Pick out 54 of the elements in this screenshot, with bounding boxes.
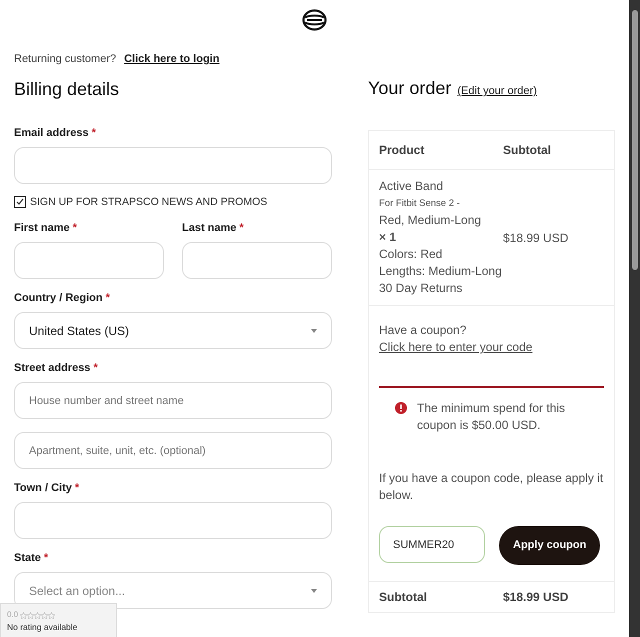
product-variant: For Fitbit Sense 2 - [379,197,461,211]
field-label: Country / Region [14,292,103,306]
required-mark: * [93,362,98,376]
required-mark: * [239,222,244,236]
required-mark: * [72,222,77,236]
product-variant-detail: Red, Medium-Long [379,212,482,229]
input-field[interactable] [14,146,332,184]
input-field[interactable]: House number and street name [14,382,332,420]
column-header: Product [379,142,426,159]
rating-score: 0.0 [7,609,18,621]
input-field[interactable] [14,502,332,540]
rating-text: No rating available [7,621,78,634]
column-header: Subtotal [503,142,552,159]
billing-title: Billing details [14,78,120,101]
product-meta: Lengths: Medium-Long [379,263,503,280]
coupon-prompt: Have a coupon? Click here to enter your code [379,322,534,356]
select-field[interactable]: United States (US) [14,312,332,350]
input-field[interactable]: Apartment, suite, unit, etc. (optional) [14,432,332,470]
field-label: State [14,552,41,566]
product-meta: 30 Day Returns [379,280,464,297]
error-message: The minimum spend for this coupon is $50.00 USD. [417,400,566,434]
login-link[interactable]: Click here to login [124,51,220,68]
coupon-link[interactable]: Click here to enter your code [379,340,532,354]
field-label: Town / City [14,482,72,496]
logo-icon [302,9,327,31]
caret-icon [311,328,317,333]
required-mark: * [92,126,96,140]
product-meta: Colors: Red [379,246,444,263]
field-label: Street address [14,362,90,376]
checkbox-label: SIGN UP FOR STRAPSCO NEWS AND PROMOS [30,194,268,210]
required-mark: * [106,292,110,306]
input-field[interactable] [182,242,332,280]
product-price: $18.99 USD [503,230,570,246]
edit-order-link[interactable]: (Edit your order) [457,83,537,100]
select-value: United States (US) [29,322,130,340]
subtotal-value: $18.99 USD [503,589,570,606]
field-label: First name [14,222,70,236]
checkbox[interactable] [14,196,26,208]
field-label: Last name [182,222,236,236]
product-name: Active Band [379,178,444,195]
required-mark: * [44,552,48,566]
caret-icon [311,588,317,593]
coupon-field[interactable]: SUMMER20 [379,526,485,563]
required-mark: * [74,482,80,496]
coupon-hint: If you have a coupon code, please apply it below. [379,470,604,504]
input-field[interactable] [14,242,164,280]
product-quantity: × 1 [379,229,398,246]
order-title: Your order [368,77,452,100]
subtotal-label: Subtotal [379,589,428,606]
select-placeholder: Select an option... [29,582,126,600]
returning-customer-text: Returning customer? [14,52,116,67]
error-icon [395,402,407,414]
apply-coupon-button[interactable]: Apply coupon [499,526,600,565]
field-label: Email address [14,126,89,140]
